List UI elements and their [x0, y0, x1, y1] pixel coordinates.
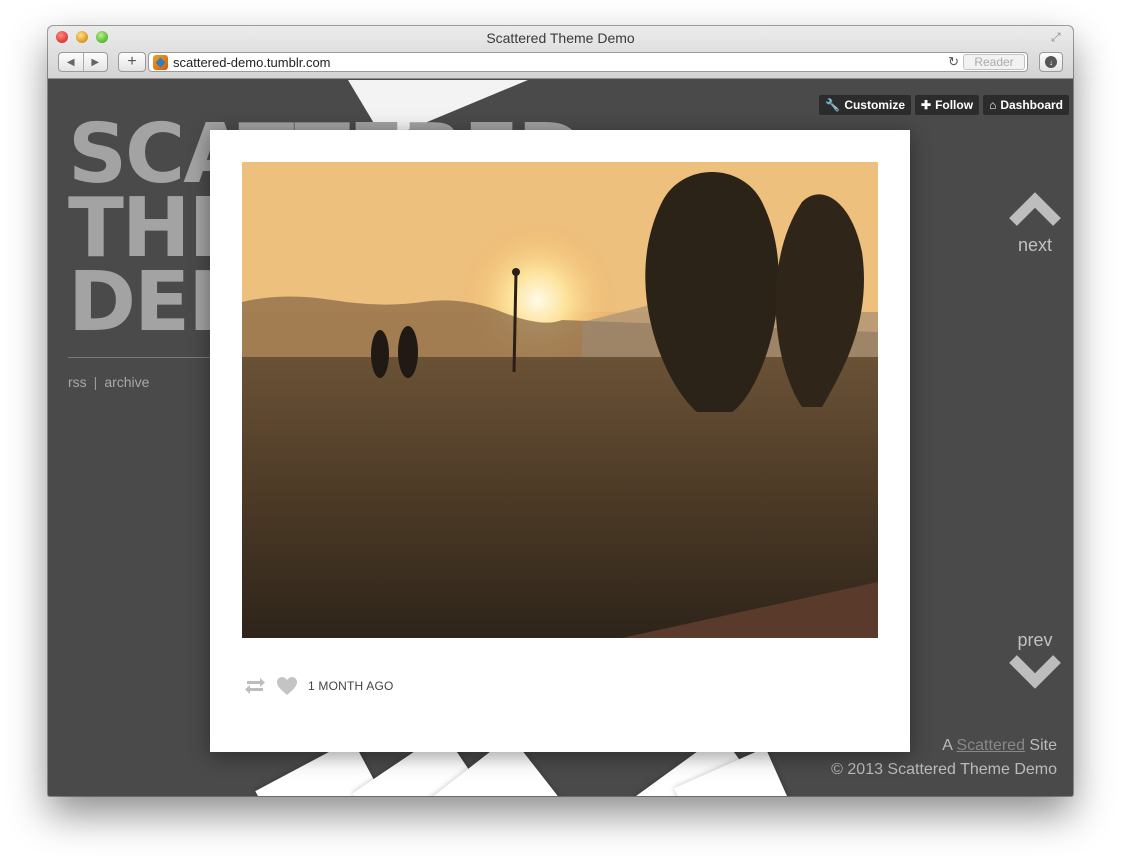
photo-post-card: 1 MONTH AGO	[210, 130, 910, 752]
address-bar[interactable]: scattered-demo.tumblr.com ↻ Reader	[148, 52, 1028, 72]
window-title: Scattered Theme Demo	[486, 30, 635, 46]
sunrise-photo-illustration	[242, 162, 878, 638]
browser-window: Scattered Theme Demo ⤢ ◀ ▶ + scattered-d…	[48, 26, 1073, 796]
side-links: rss | archive	[68, 374, 149, 390]
footer-prefix: A	[942, 737, 953, 754]
scattered-link[interactable]: Scattered	[956, 737, 1024, 754]
chevron-up-icon	[1009, 192, 1061, 226]
download-icon: ↓	[1045, 56, 1057, 68]
reload-icon[interactable]: ↻	[948, 54, 959, 70]
wrench-icon: 🔧	[825, 98, 841, 112]
forward-button[interactable]: ▶	[82, 53, 108, 71]
heart-icon[interactable]	[276, 676, 298, 696]
chevron-down-icon	[1009, 655, 1061, 689]
customize-label: Customize	[844, 98, 905, 112]
post-photo[interactable]	[242, 162, 878, 638]
plus-icon: ✚	[921, 98, 932, 112]
home-icon: ⌂	[989, 98, 997, 112]
site-favicon-icon	[153, 55, 168, 70]
url-text: scattered-demo.tumblr.com	[173, 55, 331, 70]
archive-link[interactable]: archive	[104, 374, 149, 390]
page-content: SCATTERED THEME DEMO rss|archive 🔧 Custo…	[48, 80, 1073, 796]
link-separator: |	[93, 374, 98, 390]
dashboard-label: Dashboard	[1000, 98, 1063, 112]
next-nav[interactable]: next	[1007, 190, 1063, 256]
copyright: © 2013 Scattered Theme Demo	[831, 761, 1057, 778]
post-meta: 1 MONTH AGO	[244, 676, 394, 696]
new-tab-button[interactable]: +	[118, 52, 146, 72]
customize-button[interactable]: 🔧 Customize	[819, 95, 911, 115]
prev-label: prev	[1017, 630, 1053, 650]
dashboard-button[interactable]: ⌂ Dashboard	[983, 95, 1069, 115]
back-button[interactable]: ◀	[59, 53, 83, 71]
next-label: next	[1017, 235, 1053, 255]
title-divider	[68, 357, 218, 358]
tumblr-controls: 🔧 Customize ✚ Follow ⌂ Dashboard	[819, 95, 1069, 115]
prev-nav[interactable]: prev	[1007, 630, 1063, 696]
browser-toolbar: Scattered Theme Demo ⤢ ◀ ▶ + scattered-d…	[48, 26, 1073, 79]
footer-suffix: Site	[1029, 737, 1057, 754]
fullscreen-icon[interactable]: ⤢	[1051, 30, 1065, 44]
reader-button[interactable]: Reader	[963, 54, 1025, 70]
follow-button[interactable]: ✚ Follow	[915, 95, 980, 115]
follow-label: Follow	[935, 98, 974, 112]
post-date[interactable]: 1 MONTH AGO	[308, 679, 394, 693]
reblog-icon[interactable]	[244, 677, 266, 695]
rss-link[interactable]: rss	[68, 374, 87, 390]
history-nav: ◀ ▶	[58, 52, 108, 72]
downloads-button[interactable]: ↓	[1039, 52, 1063, 72]
